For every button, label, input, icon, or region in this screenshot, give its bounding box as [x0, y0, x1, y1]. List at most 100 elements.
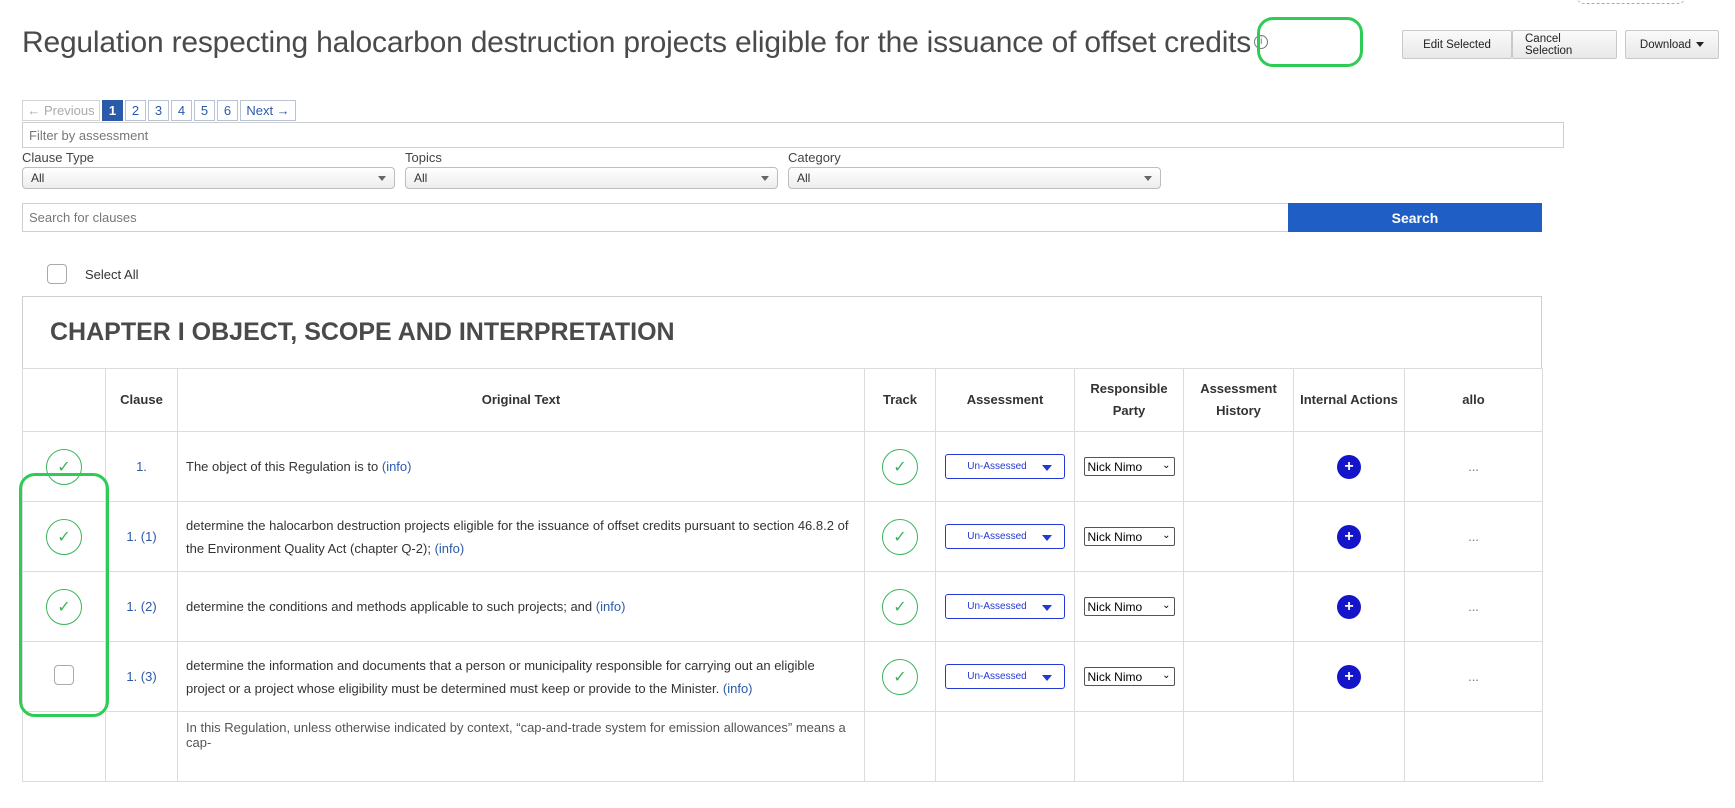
allo-cell: ... — [1404, 571, 1543, 642]
party-value: Nick Nimo — [1087, 459, 1143, 474]
header-allo[interactable]: allo — [1404, 368, 1543, 432]
chevron-down-icon — [378, 176, 386, 181]
party-cell — [1074, 711, 1184, 782]
check-icon[interactable]: ✓ — [882, 658, 918, 695]
check-icon[interactable]: ✓ — [882, 448, 918, 485]
table-row: In this Regulation, unless otherwise ind… — [22, 711, 1543, 782]
header-track[interactable]: Track — [864, 368, 936, 432]
edit-selected-button[interactable]: Edit Selected — [1402, 30, 1512, 59]
clause-type-select[interactable]: All — [22, 167, 395, 189]
page-2-link[interactable]: 2 — [125, 100, 146, 121]
chevron-down-icon: ⌄ — [1162, 600, 1171, 611]
clause-number[interactable]: 1. (3) — [105, 641, 178, 712]
page-6-link[interactable]: 6 — [217, 100, 238, 121]
responsible-party-select[interactable]: Nick Nimo ⌄ — [1083, 597, 1175, 616]
assessment-value: Un-Assessed — [967, 671, 1027, 682]
original-text-cell: determine the conditions and methods app… — [177, 571, 865, 642]
clause-number[interactable]: 1. (1) — [105, 501, 178, 572]
row-checkbox[interactable] — [54, 665, 74, 685]
header-responsible-party[interactable]: Responsible Party — [1074, 368, 1184, 432]
clause-text: The object of this Regulation is to — [186, 459, 379, 474]
chevron-down-icon: ⌄ — [1162, 530, 1171, 541]
clause-table: Clause Original Text Track Assessment Re… — [22, 368, 1543, 782]
info-link[interactable]: (info) — [435, 541, 465, 556]
assessment-history-cell — [1183, 641, 1294, 712]
select-all: Select All — [47, 264, 138, 284]
assessment-value: Un-Assessed — [967, 601, 1027, 612]
check-icon[interactable]: ✓ — [46, 448, 82, 485]
plus-icon[interactable]: + — [1337, 594, 1361, 619]
header-original-text[interactable]: Original Text — [177, 368, 865, 432]
info-circle-icon[interactable]: i — [1254, 35, 1269, 50]
header-assessment[interactable]: Assessment — [935, 368, 1075, 432]
header-select — [22, 368, 106, 432]
chevron-down-icon — [1144, 176, 1152, 181]
responsible-party-select[interactable]: Nick Nimo ⌄ — [1083, 527, 1175, 546]
assessment-dropdown[interactable]: Un-Assessed — [945, 454, 1065, 479]
assessment-dropdown[interactable]: Un-Assessed — [945, 524, 1065, 549]
download-button[interactable]: Download — [1625, 30, 1719, 59]
check-icon[interactable]: ✓ — [882, 518, 918, 555]
page-4-link[interactable]: 4 — [171, 100, 192, 121]
header-responsible-line1: Responsible — [1090, 381, 1168, 396]
check-icon[interactable]: ✓ — [46, 588, 82, 625]
allo-cell: ... — [1404, 431, 1543, 502]
header-responsible-line2: Party — [1112, 403, 1146, 418]
assessment-cell: Un-Assessed — [935, 641, 1075, 712]
party-value: Nick Nimo — [1087, 669, 1143, 684]
caret-down-icon — [1042, 535, 1052, 541]
topics-select[interactable]: All — [405, 167, 778, 189]
assessment-history-cell — [1183, 431, 1294, 502]
original-text-cell: determine the halocarbon destruction pro… — [177, 501, 865, 572]
caret-down-icon — [1042, 675, 1052, 681]
table-row: ✓ 1. (2) determine the conditions and me… — [22, 571, 1543, 642]
plus-icon[interactable]: + — [1337, 664, 1361, 689]
select-all-label: Select All — [85, 266, 139, 282]
clause-search-input[interactable]: Search for clauses — [22, 203, 1288, 232]
assessment-value: Un-Assessed — [967, 531, 1027, 542]
header-clause[interactable]: Clause — [105, 368, 178, 432]
header-internal-actions[interactable]: Internal Actions — [1293, 368, 1405, 432]
clause-number[interactable]: 1. — [105, 431, 178, 502]
info-link[interactable]: (info) — [596, 599, 626, 614]
assessment-dropdown[interactable]: Un-Assessed — [945, 594, 1065, 619]
original-text-cell: The object of this Regulation is to (inf… — [177, 431, 865, 502]
page-1-link[interactable]: 1 — [102, 100, 123, 121]
search-button[interactable]: Search — [1288, 203, 1542, 232]
internal-actions-cell — [1293, 711, 1405, 782]
clause-text: determine the conditions and methods app… — [186, 599, 593, 614]
category-select[interactable]: All — [788, 167, 1161, 189]
assessment-filter-input[interactable]: Filter by assessment — [22, 122, 1564, 148]
header-history-line2: History — [1216, 403, 1261, 418]
row-select-cell: ✓ — [22, 571, 106, 642]
category-value: All — [797, 171, 811, 185]
decorative-dashed-arc — [1575, 0, 1687, 4]
internal-actions-cell: + — [1293, 431, 1405, 502]
check-icon[interactable]: ✓ — [882, 588, 918, 625]
download-label: Download — [1639, 38, 1692, 51]
internal-actions-cell: + — [1293, 571, 1405, 642]
info-link[interactable]: (info) — [382, 459, 412, 474]
assessment-dropdown[interactable]: Un-Assessed — [945, 664, 1065, 689]
page-5-link[interactable]: 5 — [194, 100, 215, 121]
allo-cell: ... — [1404, 641, 1543, 712]
check-icon[interactable]: ✓ — [46, 518, 82, 555]
plus-icon[interactable]: + — [1337, 454, 1361, 479]
info-link[interactable]: (info) — [723, 681, 753, 696]
track-cell: ✓ — [864, 431, 936, 502]
clause-number[interactable]: 1. (2) — [105, 571, 178, 642]
assessment-cell: Un-Assessed — [935, 571, 1075, 642]
pagination-previous[interactable]: ← Previous — [22, 100, 100, 121]
row-select-cell — [22, 641, 106, 712]
page-3-link[interactable]: 3 — [148, 100, 169, 121]
pagination-next[interactable]: Next → — [240, 100, 296, 121]
track-cell: ✓ — [864, 641, 936, 712]
party-cell: Nick Nimo ⌄ — [1074, 501, 1184, 572]
responsible-party-select[interactable]: Nick Nimo ⌄ — [1083, 667, 1175, 686]
plus-icon[interactable]: + — [1337, 524, 1361, 549]
header-assessment-history[interactable]: Assessment History — [1183, 368, 1294, 432]
responsible-party-select[interactable]: Nick Nimo ⌄ — [1083, 457, 1175, 476]
select-all-checkbox[interactable] — [47, 264, 67, 284]
caret-down-icon — [1042, 465, 1052, 471]
cancel-selection-button[interactable]: Cancel Selection — [1512, 30, 1617, 59]
